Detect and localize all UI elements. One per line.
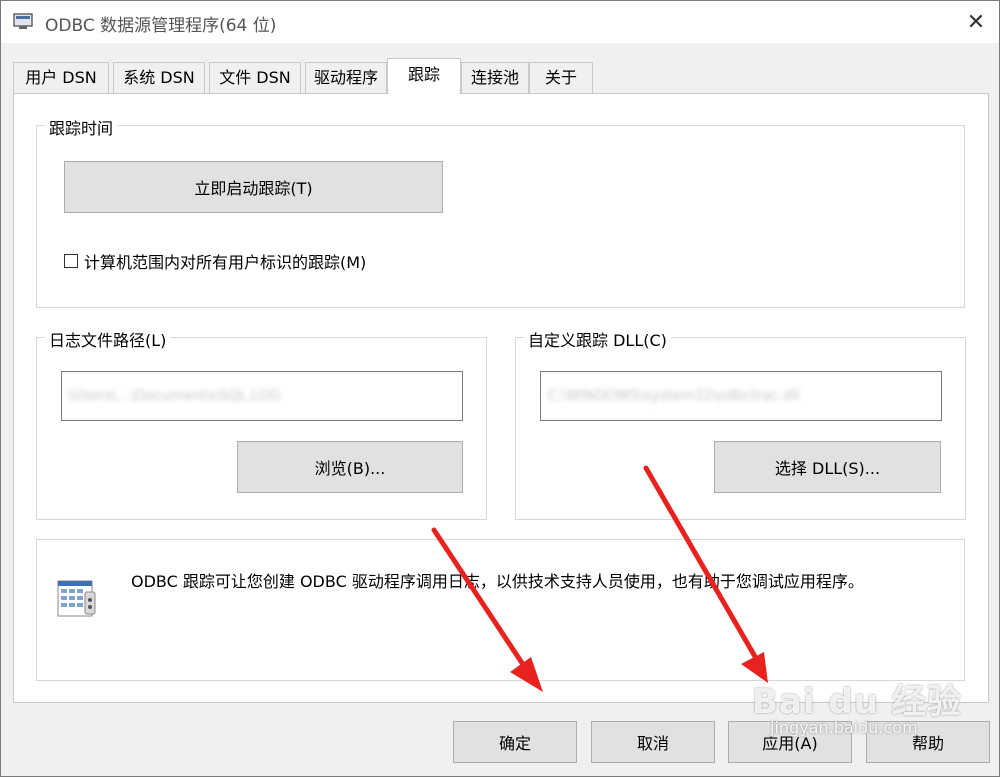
ok-button[interactable]: 确定 (453, 721, 577, 763)
tab-file-dsn[interactable]: 文件 DSN (209, 62, 301, 93)
odbc-app-icon (13, 13, 33, 29)
title-bar: ODBC 数据源管理程序(64 位) ✕ (1, 1, 999, 43)
tab-system-dsn[interactable]: 系统 DSN (113, 62, 205, 93)
custom-dll-input[interactable]: C:\WINDOWS\system32\odbctrac.dll (540, 371, 942, 421)
log-file-group: 日志文件路径(L) \Users\...\Documents\SQL.LOG 浏… (36, 327, 487, 520)
trace-time-label: 跟踪时间 (45, 115, 118, 139)
machine-wide-tracing-label: 计算机范围内对所有用户标识的跟踪(M) (84, 253, 367, 272)
tab-user-dsn[interactable]: 用户 DSN (13, 62, 109, 93)
help-button[interactable]: 帮助 (866, 721, 990, 763)
info-box: ODBC 跟踪可让您创建 ODBC 驱动程序调用日志，以供技术支持人员使用，也有… (36, 539, 965, 681)
log-file-label: 日志文件路径(L) (45, 327, 171, 351)
log-file-path-input[interactable]: \Users\...\Documents\SQL.LOG (61, 371, 463, 421)
browse-button[interactable]: 浏览(B)... (237, 441, 463, 493)
log-document-icon (57, 580, 96, 617)
log-file-path-value: \Users\...\Documents\SQL.LOG (68, 388, 281, 404)
tab-about[interactable]: 关于 (529, 62, 593, 93)
tab-drivers[interactable]: 驱动程序 (305, 62, 387, 93)
odbc-window: ODBC 数据源管理程序(64 位) ✕ 用户 DSN 系统 DSN 文件 DS… (0, 0, 1000, 777)
info-text: ODBC 跟踪可让您创建 ODBC 驱动程序调用日志，以供技术支持人员使用，也有… (131, 572, 864, 591)
start-tracing-button[interactable]: 立即启动跟踪(T) (64, 161, 443, 213)
cancel-button[interactable]: 取消 (591, 721, 715, 763)
close-icon: ✕ (966, 9, 986, 35)
apply-button[interactable]: 应用(A) (728, 721, 852, 763)
tab-tracing[interactable]: 跟踪 (387, 58, 461, 94)
window-title: ODBC 数据源管理程序(64 位) (45, 16, 277, 36)
machine-wide-tracing-checkbox[interactable]: 计算机范围内对所有用户标识的跟踪(M) (64, 249, 366, 273)
trace-time-group: 跟踪时间 立即启动跟踪(T) 计算机范围内对所有用户标识的跟踪(M) (36, 115, 965, 308)
select-dll-button[interactable]: 选择 DLL(S)... (714, 441, 941, 493)
close-button[interactable]: ✕ (953, 1, 999, 43)
tab-connection-pool[interactable]: 连接池 (461, 62, 529, 93)
tracing-panel: 跟踪时间 立即启动跟踪(T) 计算机范围内对所有用户标识的跟踪(M) 日志文件路… (13, 93, 989, 703)
custom-dll-value: C:\WINDOWS\system32\odbctrac.dll (547, 388, 800, 404)
custom-dll-label: 自定义跟踪 DLL(C) (524, 327, 671, 351)
checkbox-box[interactable] (64, 254, 78, 268)
custom-dll-group: 自定义跟踪 DLL(C) C:\WINDOWS\system32\odbctra… (515, 327, 966, 520)
